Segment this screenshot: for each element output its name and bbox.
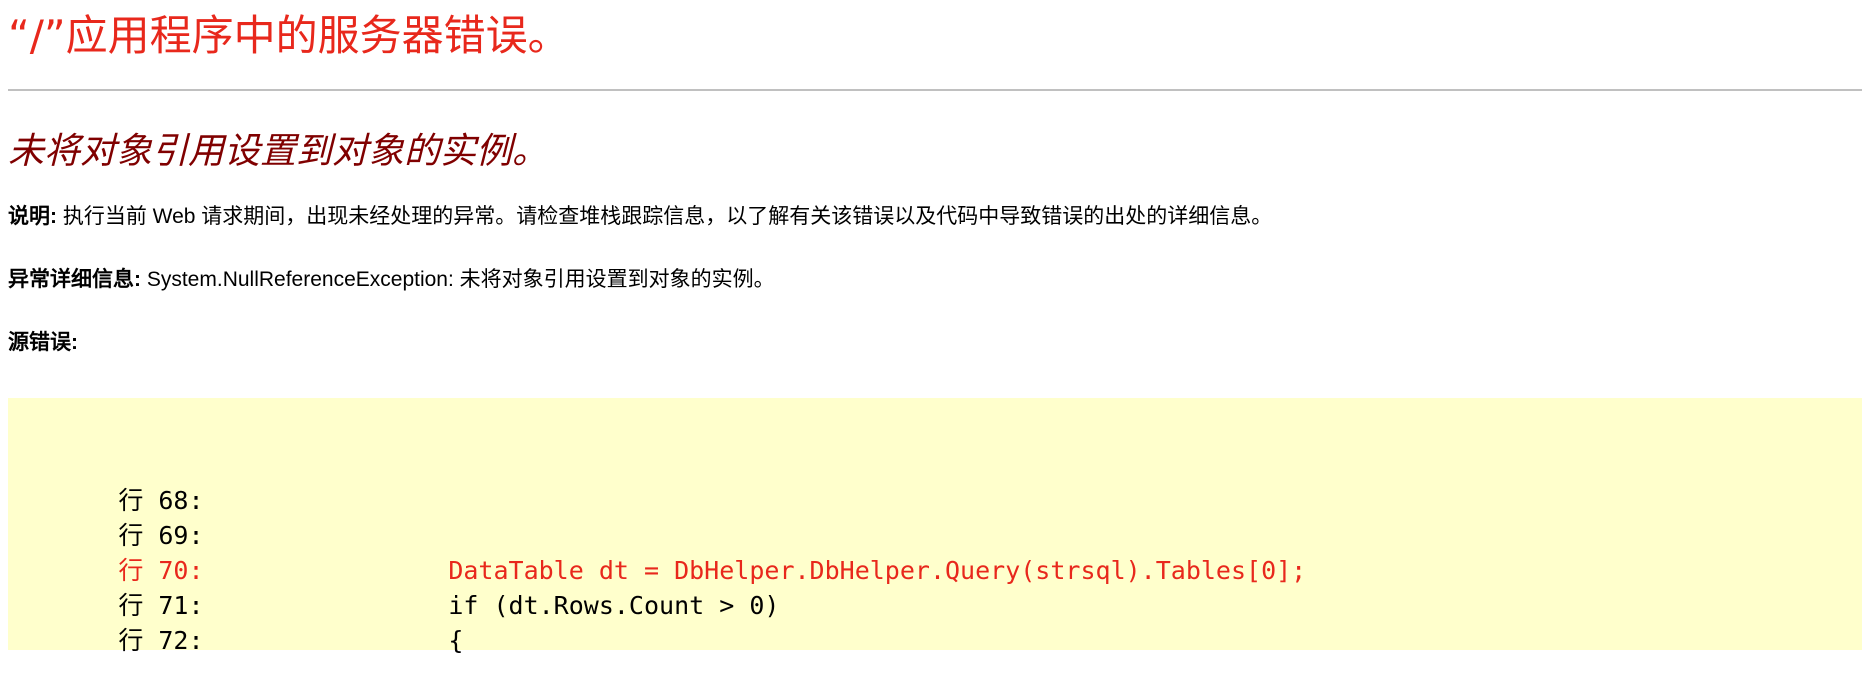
exception-details-label: 异常详细信息: xyxy=(8,268,141,291)
code-line-number: 行 68: xyxy=(118,486,204,515)
source-error-label: 源错误: xyxy=(8,331,78,354)
error-message: 未将对象引用设置到对象的实例。 xyxy=(8,131,549,172)
exception-details-text: System.NullReferenceException: 未将对象引用设置到… xyxy=(146,268,775,291)
description-text: 执行当前 Web 请求期间，出现未经处理的异常。请检查堆栈跟踪信息，以了解有关该… xyxy=(62,205,1273,228)
source-code-block: 行 68: 行 69: 行 70: DataTable dt = DbHelper… xyxy=(8,398,1862,655)
code-line-text: DataTable dt = DbHelper.DbHelper.Query(s… xyxy=(448,556,1307,585)
code-line-text: if (dt.Rows.Count > 0) xyxy=(448,591,780,620)
description-label: 说明: xyxy=(8,205,57,228)
code-line-number: 行 70: xyxy=(118,556,204,585)
source-error: 源错误: xyxy=(8,328,1862,358)
code-line-number: 行 72: xyxy=(118,626,204,655)
description: 说明: 执行当前 Web 请求期间，出现未经处理的异常。请检查堆栈跟踪信息，以了… xyxy=(8,202,1862,232)
error-page: “/”应用程序中的服务器错误。 未将对象引用设置到对象的实例。 说明: 执行当前… xyxy=(0,0,1862,655)
code-line-text: { xyxy=(448,626,464,655)
code-line-number: 行 71: xyxy=(118,591,204,620)
divider xyxy=(8,89,1862,91)
code-line: 行 68: xyxy=(28,448,1862,515)
page-title: “/”应用程序中的服务器错误。 xyxy=(8,11,570,60)
code-line-number: 行 69: xyxy=(118,521,204,550)
exception-details: 异常详细信息: System.NullReferenceException: 未… xyxy=(8,265,1862,295)
